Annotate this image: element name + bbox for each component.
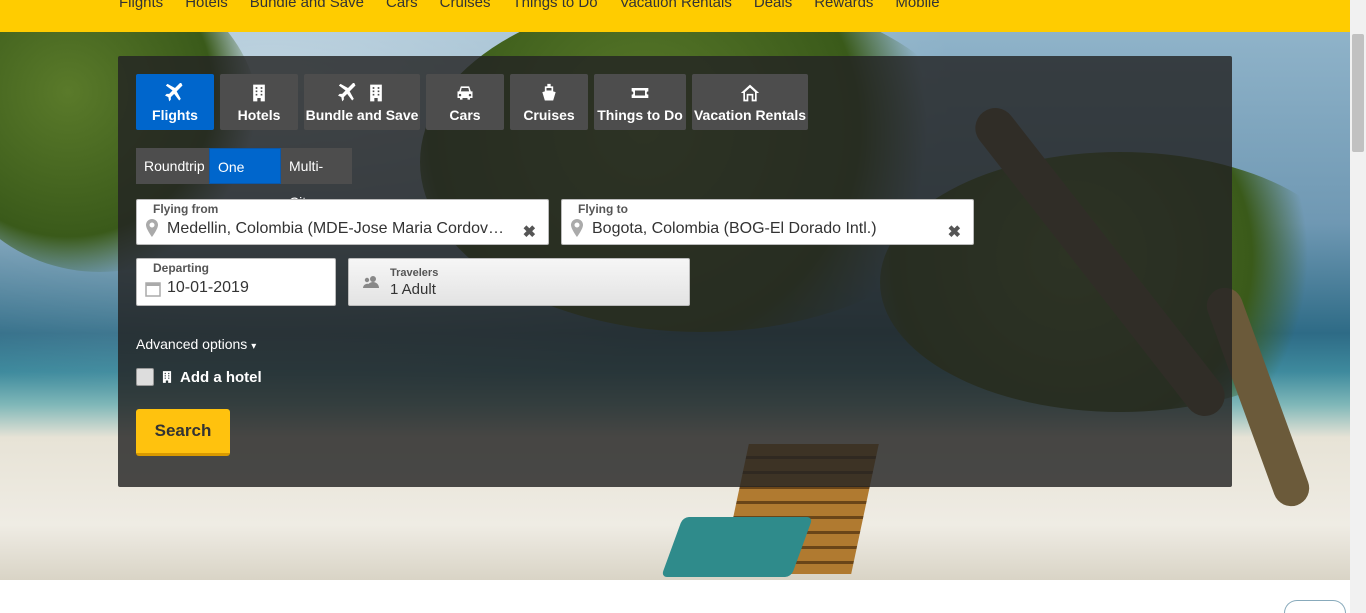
nav-link-deals[interactable]: Deals (754, 0, 792, 11)
tab-cruises[interactable]: Cruises (510, 74, 588, 130)
trip-type-roundtrip[interactable]: Roundtrip (136, 148, 209, 184)
tab-label: Bundle and Save (305, 107, 419, 123)
departing-date-input[interactable]: 10-01-2019 (167, 279, 249, 297)
travelers-value: 1 Adult (390, 281, 436, 298)
add-hotel-option: Add a hotel (136, 368, 262, 386)
airplane-icon (165, 83, 183, 102)
cloud-icon (1284, 600, 1346, 613)
clear-from-icon[interactable]: ✖ (523, 222, 536, 242)
flying-to-input[interactable]: Bogota, Colombia (BOG-El Dorado Intl.) (592, 220, 937, 238)
flying-from-field[interactable]: Flying from Medellin, Colombia (MDE-Jose… (136, 199, 549, 245)
tab-label: Flights (152, 107, 198, 123)
airplane-icon (338, 83, 356, 102)
tab-things-to-do[interactable]: Things to Do (594, 74, 686, 130)
tab-bundle-and-save[interactable]: Bundle and Save (304, 74, 420, 130)
ship-icon (542, 83, 556, 101)
tab-label: Things to Do (597, 107, 683, 123)
building-icon (370, 84, 382, 102)
tab-hotels[interactable]: Hotels (220, 74, 298, 130)
tab-label: Cars (449, 107, 481, 123)
nav-link-bundle[interactable]: Bundle and Save (250, 0, 364, 11)
search-panel: Flights Hotels Bundle and Save Cars Crui… (118, 56, 1232, 487)
add-hotel-label: Add a hotel (180, 368, 262, 386)
nav-link-hotels[interactable]: Hotels (185, 0, 228, 11)
search-button[interactable]: Search (136, 409, 230, 456)
advanced-options-toggle[interactable]: Advanced options ▾ (136, 336, 256, 352)
nav-link-cars[interactable]: Cars (386, 0, 418, 11)
scrollbar-thumb[interactable] (1352, 34, 1364, 152)
car-icon (457, 86, 473, 100)
tab-label: Cruises (523, 107, 575, 123)
tab-label: Hotels (237, 107, 281, 123)
trip-type-multi-city[interactable]: Multi-City (281, 148, 352, 210)
nav-link-rewards[interactable]: Rewards (814, 0, 873, 11)
nav-link-flights[interactable]: Flights (119, 0, 163, 11)
flying-from-label: Flying from (153, 202, 219, 216)
location-pin-icon (571, 219, 583, 237)
double-chevron-down-icon: ▾ (251, 341, 257, 352)
travelers-field[interactable]: Travelers 1 Adult (348, 258, 690, 306)
top-nav-links: Flights Hotels Bundle and Save Cars Crui… (119, 0, 962, 11)
trip-type-selector: Roundtrip One way Multi-City (136, 148, 352, 211)
departing-field[interactable]: Departing 10-01-2019 (136, 258, 336, 306)
tab-label: Vacation Rentals (693, 107, 807, 123)
product-tabs: Flights Hotels Bundle and Save Cars Crui… (136, 74, 808, 130)
departing-label: Departing (153, 261, 210, 275)
scrollbar[interactable] (1350, 0, 1366, 613)
flying-to-field[interactable]: Flying to Bogota, Colombia (BOG-El Dorad… (561, 199, 974, 245)
nav-link-mobile[interactable]: Mobile (895, 0, 939, 11)
tab-vacation-rentals[interactable]: Vacation Rentals (692, 74, 808, 130)
nav-link-cruises[interactable]: Cruises (440, 0, 491, 11)
tab-flights[interactable]: Flights (136, 74, 214, 130)
trip-type-one-way[interactable]: One way (209, 148, 281, 211)
location-pin-icon (146, 219, 158, 237)
building-icon (253, 84, 265, 102)
house-icon (740, 84, 760, 102)
clear-to-icon[interactable]: ✖ (948, 222, 961, 242)
flying-from-input[interactable]: Medellin, Colombia (MDE-Jose Maria Cordo… (167, 220, 512, 238)
top-navigation-bar: Flights Hotels Bundle and Save Cars Crui… (0, 0, 1350, 32)
building-icon (162, 371, 172, 383)
ticket-icon (631, 88, 649, 98)
calendar-icon (145, 282, 161, 297)
nav-link-things-to-do[interactable]: Things to Do (513, 0, 598, 11)
flying-to-label: Flying to (578, 202, 628, 216)
nav-link-vacation-rentals[interactable]: Vacation Rentals (620, 0, 732, 11)
travelers-label: Travelers (390, 267, 439, 279)
add-hotel-checkbox[interactable] (136, 368, 154, 386)
advanced-options-label: Advanced options (136, 336, 248, 352)
travelers-icon (363, 276, 379, 288)
tab-cars[interactable]: Cars (426, 74, 504, 130)
